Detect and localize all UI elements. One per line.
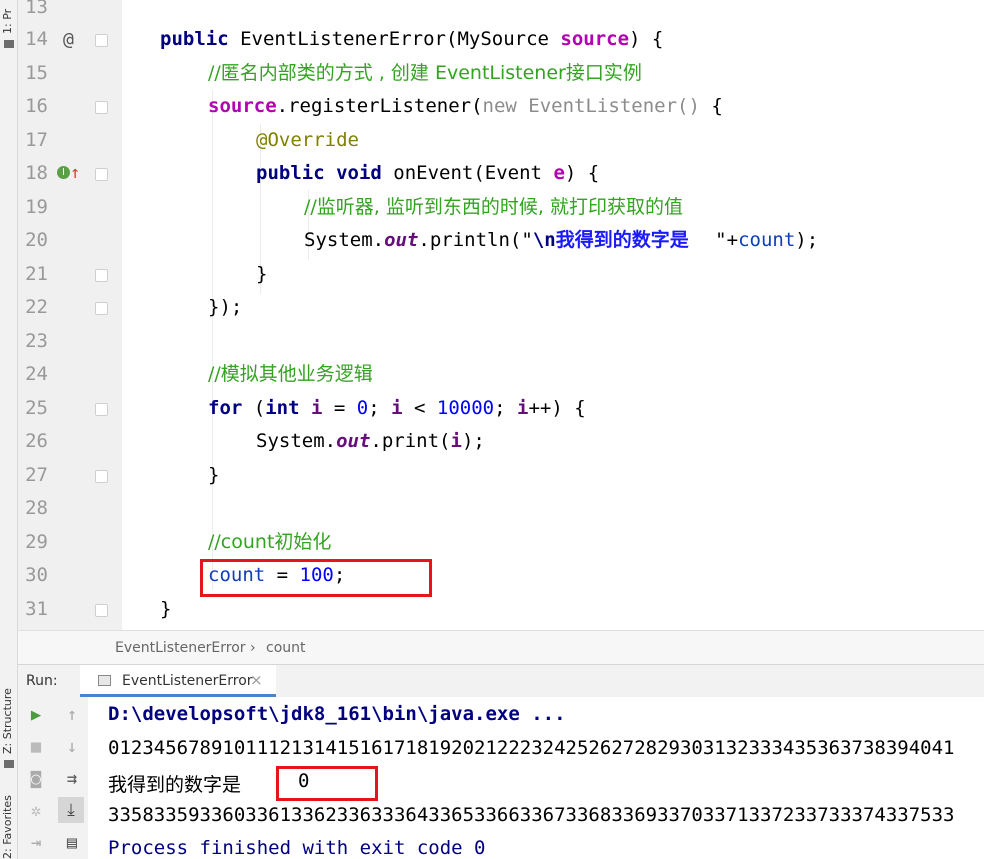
run-tab-label: EventListenerError xyxy=(122,673,253,689)
camera-icon[interactable]: ◙ xyxy=(26,769,46,789)
stop-icon[interactable]: ■ xyxy=(26,737,46,757)
code-text[interactable]: source.registerListener(new EventListene… xyxy=(208,90,723,124)
run-panel-header: Run: EventListenerError × xyxy=(18,664,984,698)
fold-marker-icon[interactable] xyxy=(95,269,108,282)
code-line: 26 System.out.print(i); xyxy=(0,425,966,459)
code-text[interactable]: }); xyxy=(208,291,242,325)
line-number: 21 xyxy=(25,263,48,285)
fold-marker-icon[interactable] xyxy=(95,604,108,617)
code-line: 27 } xyxy=(0,459,966,493)
line-number: 24 xyxy=(25,363,48,385)
code-comment[interactable]: //模拟其他业务逻辑 xyxy=(208,358,373,392)
breadcrumb-member[interactable]: count xyxy=(266,640,306,656)
console-output-line: 0123456789101112131415161718192021222324… xyxy=(108,737,955,759)
console-result-label: 我得到的数字是 xyxy=(108,774,242,796)
breadcrumb: EventListenerError › count xyxy=(18,630,984,665)
console-output-line: 3358335933603361336233633364336533663367… xyxy=(108,804,955,826)
breadcrumb-class[interactable]: EventListenerError xyxy=(115,640,246,656)
code-line: 17 @Override xyxy=(0,124,966,158)
code-line: 20 System.out.println("\n我得到的数字是 "+count… xyxy=(0,224,966,258)
line-number: 31 xyxy=(25,598,48,620)
line-number: 13 xyxy=(25,0,48,18)
code-text[interactable]: System.out.println("\n我得到的数字是 "+count); xyxy=(304,224,818,258)
code-line: 19 //监听器, 监听到东西的时候, 就打印获取的值 xyxy=(0,191,966,225)
rerun-icon[interactable]: ▶ xyxy=(26,705,46,725)
soft-wrap-icon[interactable]: ⇉ xyxy=(62,769,82,789)
line-number: 16 xyxy=(25,95,48,117)
structure-icon xyxy=(4,760,14,768)
line-number: 23 xyxy=(25,330,48,352)
fold-marker-icon[interactable] xyxy=(95,470,108,483)
code-line: 15 //匿名内部类的方式 , 创建 EventListener接口实例 xyxy=(0,57,966,91)
code-text[interactable]: System.out.print(i); xyxy=(256,425,485,459)
favorites-tab-label: 2: Favorites xyxy=(1,795,14,859)
code-text[interactable]: for (int i = 0; i < 10000; i++) { xyxy=(208,392,586,426)
scroll-to-end-icon[interactable]: ⤓ xyxy=(58,797,84,823)
code-line: 24 //模拟其他业务逻辑 xyxy=(0,358,966,392)
scroll-down-icon[interactable]: ↓ xyxy=(62,737,82,757)
code-text[interactable]: public void onEvent(Event e) { xyxy=(256,157,599,191)
print-icon[interactable]: ▤ xyxy=(62,833,82,853)
highlight-box xyxy=(200,559,432,597)
breadcrumb-separator: › xyxy=(250,640,256,656)
code-comment[interactable]: //监听器, 监听到东西的时候, 就打印获取的值 xyxy=(304,191,683,225)
code-text[interactable]: } xyxy=(208,459,219,493)
line-number: 14 xyxy=(25,28,48,50)
close-tab-icon[interactable]: × xyxy=(250,671,263,689)
scroll-up-icon[interactable]: ↑ xyxy=(62,705,82,725)
fold-marker-icon[interactable] xyxy=(95,34,108,47)
code-line: 16 source.registerListener(new EventList… xyxy=(0,90,966,124)
code-line: 22 }); xyxy=(0,291,966,325)
line-number: 20 xyxy=(25,229,48,251)
line-number: 27 xyxy=(25,464,48,486)
arrow-up-icon: ↑ xyxy=(70,163,81,183)
code-text[interactable]: public EventListenerError(MySource sourc… xyxy=(160,23,663,57)
run-toolbar: ▶ ↑ ■ ↓ ◙ ⇉ ✲ ⤓ ⇥ ▤ xyxy=(18,697,88,859)
console-command-line: D:\developsoft\jdk8_161\bin\java.exe ... xyxy=(108,703,566,725)
code-annotation[interactable]: @Override xyxy=(256,124,359,158)
code-line: 25 for (int i = 0; i < 10000; i++) { xyxy=(0,392,966,426)
line-number: 15 xyxy=(25,62,48,84)
line-number: 30 xyxy=(25,564,48,586)
console-output[interactable]: D:\developsoft\jdk8_161\bin\java.exe ...… xyxy=(88,697,984,859)
line-number: 17 xyxy=(25,129,48,151)
line-number: 25 xyxy=(25,397,48,419)
code-line: 30 count = 100; xyxy=(0,559,966,593)
line-number: 18 xyxy=(25,162,48,184)
run-label: Run: xyxy=(26,673,58,689)
structure-tab-label: Z: Structure xyxy=(1,688,14,754)
settings-icon[interactable]: ✲ xyxy=(26,801,46,821)
code-line: 23 xyxy=(0,325,966,359)
favorites-tool-tab[interactable]: 2: Favorites xyxy=(1,774,15,859)
code-line: 14 @ public EventListenerError(MySource … xyxy=(0,23,966,57)
code-comment[interactable]: //匿名内部类的方式 , 创建 EventListener接口实例 xyxy=(208,57,642,91)
code-text[interactable]: } xyxy=(160,593,171,627)
implements-method-icon[interactable]: I xyxy=(57,166,70,179)
highlight-box xyxy=(276,766,378,801)
structure-tool-tab[interactable]: Z: Structure xyxy=(1,664,15,754)
exit-icon[interactable]: ⇥ xyxy=(26,833,46,853)
code-line: 13 xyxy=(0,0,966,25)
console-exit-line: Process finished with exit code 0 xyxy=(108,837,486,859)
override-at-icon[interactable]: @ xyxy=(63,23,74,57)
line-number: 28 xyxy=(25,497,48,519)
fold-marker-icon[interactable] xyxy=(95,302,108,315)
code-line: 21 } xyxy=(0,258,966,292)
code-text[interactable]: } xyxy=(256,258,267,292)
line-number: 29 xyxy=(25,531,48,553)
code-line: 28 xyxy=(0,492,966,526)
line-number: 26 xyxy=(25,430,48,452)
fold-marker-icon[interactable] xyxy=(95,403,108,416)
code-line: 18 I ↑ public void onEvent(Event e) { xyxy=(0,157,966,191)
code-line: 29 //count初始化 xyxy=(0,526,966,560)
code-line: 31 } xyxy=(0,593,966,627)
line-number: 19 xyxy=(25,196,48,218)
fold-marker-icon[interactable] xyxy=(95,101,108,114)
console-tab-icon xyxy=(98,675,111,686)
fold-marker-icon[interactable] xyxy=(95,168,108,181)
code-comment[interactable]: //count初始化 xyxy=(208,526,331,560)
line-number: 22 xyxy=(25,296,48,318)
run-tab[interactable]: EventListenerError × xyxy=(80,665,276,697)
